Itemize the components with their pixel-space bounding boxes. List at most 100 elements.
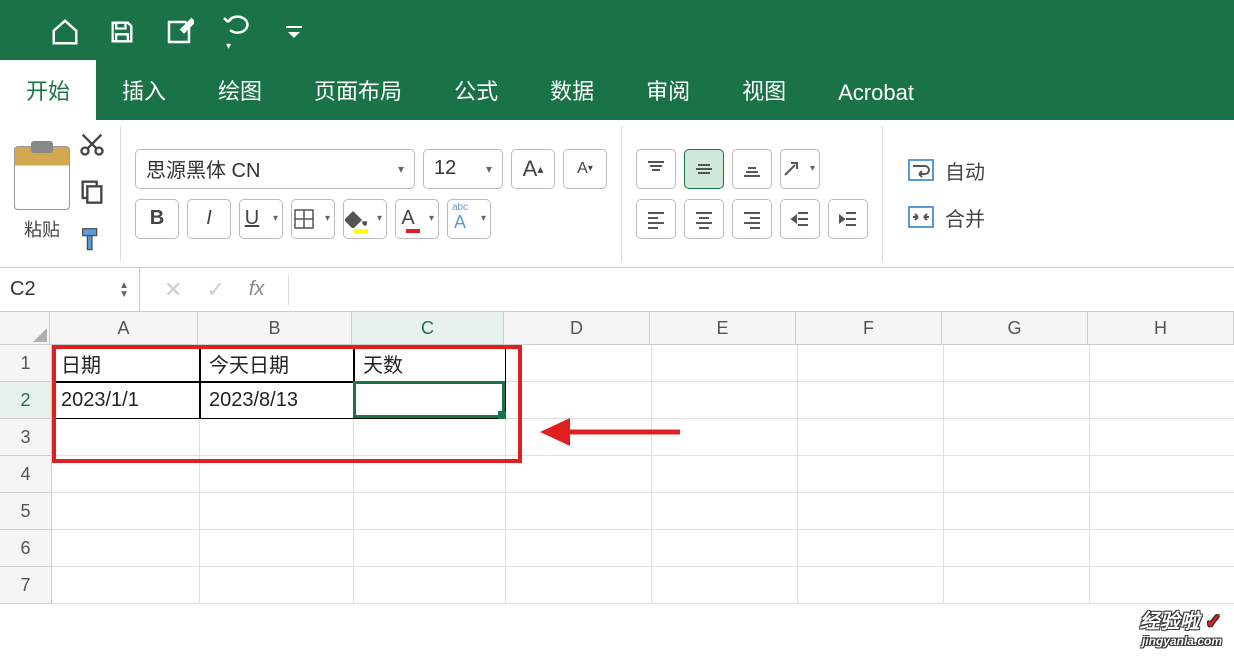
decrease-font-button[interactable]: A▾: [563, 149, 607, 189]
phonetic-guide-button[interactable]: abc A: [447, 199, 491, 239]
row-header-3[interactable]: 3: [0, 419, 52, 456]
cell[interactable]: [652, 567, 798, 604]
cell[interactable]: [944, 419, 1090, 456]
data-cell[interactable]: 今天日期: [200, 345, 354, 382]
bold-button[interactable]: B: [135, 199, 179, 239]
merge-cells-button[interactable]: 合并: [907, 203, 985, 232]
cell[interactable]: [1090, 382, 1234, 419]
cell[interactable]: [652, 456, 798, 493]
row-header-2[interactable]: 2: [0, 382, 52, 419]
fill-color-button[interactable]: [343, 199, 387, 239]
format-painter-icon[interactable]: [78, 224, 106, 257]
decrease-indent-button[interactable]: [780, 199, 820, 239]
data-cell[interactable]: [354, 382, 506, 419]
cell[interactable]: [200, 456, 354, 493]
col-header-H[interactable]: H: [1088, 312, 1234, 345]
align-right-button[interactable]: [732, 199, 772, 239]
cell[interactable]: [354, 456, 506, 493]
align-middle-button[interactable]: [684, 149, 724, 189]
cell[interactable]: [506, 456, 652, 493]
italic-button[interactable]: I: [187, 199, 231, 239]
tab-home[interactable]: 开始: [0, 60, 96, 120]
tab-acrobat[interactable]: Acrobat: [812, 66, 940, 120]
col-header-F[interactable]: F: [796, 312, 942, 345]
align-top-button[interactable]: [636, 149, 676, 189]
row-header-5[interactable]: 5: [0, 493, 52, 530]
tab-review[interactable]: 审阅: [620, 60, 716, 120]
cell[interactable]: [506, 530, 652, 567]
data-cell[interactable]: 日期: [52, 345, 200, 382]
cell[interactable]: [506, 419, 652, 456]
save-icon[interactable]: [108, 18, 136, 46]
tab-insert[interactable]: 插入: [96, 60, 192, 120]
cancel-formula-icon[interactable]: ✕: [164, 277, 182, 303]
formula-input[interactable]: [289, 268, 1234, 311]
tab-view[interactable]: 视图: [716, 60, 812, 120]
name-box-spinner[interactable]: ▲▼: [119, 281, 129, 299]
cell[interactable]: [944, 567, 1090, 604]
increase-font-button[interactable]: A▴: [511, 149, 555, 189]
align-left-button[interactable]: [636, 199, 676, 239]
orientation-button[interactable]: [780, 149, 820, 189]
col-header-B[interactable]: B: [198, 312, 352, 345]
customize-qat-icon[interactable]: [284, 22, 304, 42]
col-header-G[interactable]: G: [942, 312, 1088, 345]
wrap-text-button[interactable]: 自动: [907, 156, 985, 185]
align-center-button[interactable]: [684, 199, 724, 239]
font-color-button[interactable]: A: [395, 199, 439, 239]
cell[interactable]: [944, 493, 1090, 530]
paste-icon[interactable]: [14, 146, 70, 210]
col-header-E[interactable]: E: [650, 312, 796, 345]
cell[interactable]: [52, 567, 200, 604]
cell[interactable]: [52, 419, 200, 456]
row-header-6[interactable]: 6: [0, 530, 52, 567]
font-size-combo[interactable]: 12 ▾: [423, 149, 503, 189]
name-box[interactable]: C2 ▲▼: [0, 268, 140, 312]
data-cell[interactable]: 天数: [354, 345, 506, 382]
cell[interactable]: [52, 456, 200, 493]
cell[interactable]: [944, 382, 1090, 419]
cell[interactable]: [200, 530, 354, 567]
row-header-7[interactable]: 7: [0, 567, 52, 604]
save-edit-icon[interactable]: [164, 17, 194, 47]
cell[interactable]: [798, 345, 944, 382]
cell[interactable]: [354, 567, 506, 604]
cell[interactable]: [944, 456, 1090, 493]
underline-button[interactable]: U: [239, 199, 283, 239]
cell[interactable]: [652, 493, 798, 530]
col-header-D[interactable]: D: [504, 312, 650, 345]
copy-icon[interactable]: [78, 177, 106, 210]
cell[interactable]: [200, 493, 354, 530]
cut-icon[interactable]: [78, 130, 106, 163]
tab-draw[interactable]: 绘图: [192, 60, 288, 120]
cell[interactable]: [652, 345, 798, 382]
cell[interactable]: [798, 419, 944, 456]
cell[interactable]: [944, 530, 1090, 567]
cell[interactable]: [52, 493, 200, 530]
cell[interactable]: [944, 345, 1090, 382]
data-cell[interactable]: 2023/8/13: [200, 382, 354, 419]
cell[interactable]: [1090, 456, 1234, 493]
cell[interactable]: [506, 345, 652, 382]
cell[interactable]: [798, 567, 944, 604]
undo-icon[interactable]: ▾: [222, 10, 256, 54]
cell[interactable]: [652, 530, 798, 567]
tab-page-layout[interactable]: 页面布局: [288, 60, 428, 120]
cell[interactable]: [1090, 493, 1234, 530]
cell[interactable]: [798, 493, 944, 530]
paste-label[interactable]: 粘贴: [24, 216, 60, 242]
cell[interactable]: [652, 382, 798, 419]
cell[interactable]: [798, 530, 944, 567]
cell[interactable]: [506, 493, 652, 530]
cell[interactable]: [1090, 345, 1234, 382]
cell[interactable]: [1090, 530, 1234, 567]
home-icon[interactable]: [50, 17, 80, 47]
col-header-C[interactable]: C: [352, 312, 504, 345]
select-all-corner[interactable]: [0, 312, 50, 345]
tab-data[interactable]: 数据: [524, 60, 620, 120]
cell[interactable]: [1090, 419, 1234, 456]
data-cell[interactable]: 2023/1/1: [52, 382, 200, 419]
borders-button[interactable]: [291, 199, 335, 239]
align-bottom-button[interactable]: [732, 149, 772, 189]
cell[interactable]: [354, 419, 506, 456]
